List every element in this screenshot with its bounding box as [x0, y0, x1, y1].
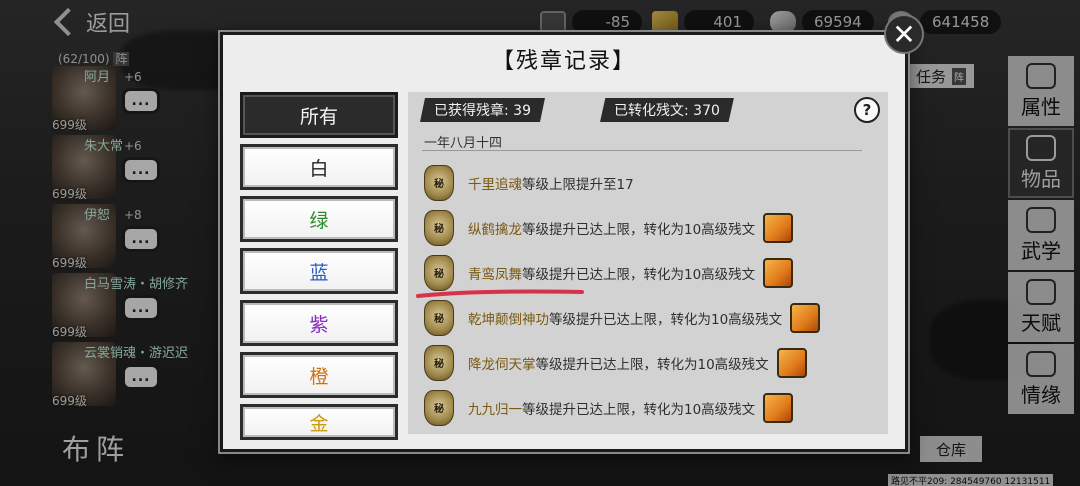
list-item: 秘 九九归一等级提升已达上限，转化为10高级残文	[424, 385, 884, 430]
skill-name: 千里追魂	[468, 176, 522, 193]
record-panel[interactable]: 已获得残章: 39 已转化残文: 370 ? 一年八月十四 秘 千里追魂等级上限…	[408, 92, 888, 434]
record-detail: 等级提升已达上限，转化为10高级残文	[522, 401, 756, 418]
scroll-icon	[763, 392, 794, 423]
scroll-icon	[763, 212, 794, 243]
scroll-icon	[763, 257, 794, 288]
list-item: 秘 乾坤颠倒神功等级提升已达上限，转化为10高级残文	[424, 295, 884, 340]
fragment-badge-icon: 秘	[424, 344, 454, 381]
skill-name: 降龙伺天掌	[468, 356, 536, 373]
converted-text-stat: 已转化残文: 370	[600, 98, 734, 122]
scroll-icon	[776, 347, 807, 378]
filter-orange[interactable]: 橙	[240, 352, 398, 398]
list-item: 秘 纵鹤擒龙等级提升已达上限，转化为10高级残文	[424, 205, 884, 250]
record-date: 一年八月十四	[424, 136, 503, 151]
filter-gold[interactable]: 金	[240, 404, 398, 440]
divider	[422, 150, 862, 151]
record-detail: 等级提升已达上限，转化为10高级残文	[522, 221, 756, 238]
fragment-badge-icon: 秘	[424, 389, 454, 426]
obtained-fragments-stat: 已获得残章: 39	[420, 98, 545, 122]
rarity-filter-list: 所有 白 绿 蓝 紫 橙 金	[240, 92, 400, 446]
fragment-badge-icon: 秘	[424, 299, 454, 336]
record-detail: 等级提升已达上限，转化为10高级残文	[535, 356, 769, 373]
skill-name: 纵鹤擒龙	[468, 221, 522, 238]
close-button[interactable]: ✕	[884, 14, 924, 54]
dialog-title: 【残章记录】	[491, 49, 636, 74]
record-text: 千里追魂等级上限提升至17	[468, 173, 634, 193]
filter-blue[interactable]: 蓝	[240, 248, 398, 294]
fragment-badge-icon: 秘	[424, 164, 454, 201]
record-detail: 等级提升已达上限，转化为10高级残文	[522, 266, 756, 283]
fragment-badge-icon: 秘	[424, 209, 454, 246]
scroll-icon	[790, 302, 821, 333]
filter-all[interactable]: 所有	[240, 92, 398, 138]
list-item: 秘 降龙伺天掌等级提升已达上限，转化为10高级残文	[424, 340, 884, 385]
filter-green[interactable]: 绿	[240, 196, 398, 242]
fragment-badge-icon: 秘	[424, 254, 454, 291]
record-text: 乾坤颠倒神功等级提升已达上限，转化为10高级残文	[468, 308, 782, 328]
record-detail: 等级上限提升至17	[522, 176, 634, 193]
record-text: 纵鹤擒龙等级提升已达上限，转化为10高级残文	[468, 218, 755, 238]
record-text: 九九归一等级提升已达上限，转化为10高级残文	[468, 398, 755, 418]
record-text: 青鸾凤舞等级提升已达上限，转化为10高级残文	[468, 263, 755, 283]
close-icon: ✕	[892, 17, 916, 51]
help-icon[interactable]: ?	[854, 97, 880, 123]
highlight-underline	[416, 289, 584, 298]
record-text: 降龙伺天掌等级提升已达上限，转化为10高级残文	[468, 353, 769, 373]
skill-name: 青鸾凤舞	[468, 266, 522, 283]
skill-name: 乾坤颠倒神功	[468, 311, 549, 328]
filter-purple[interactable]: 紫	[240, 300, 398, 346]
filter-white[interactable]: 白	[240, 144, 398, 190]
list-item: 秘 千里追魂等级上限提升至17	[424, 160, 884, 205]
skill-name: 九九归一	[468, 401, 522, 418]
record-detail: 等级提升已达上限，转化为10高级残文	[549, 311, 783, 328]
